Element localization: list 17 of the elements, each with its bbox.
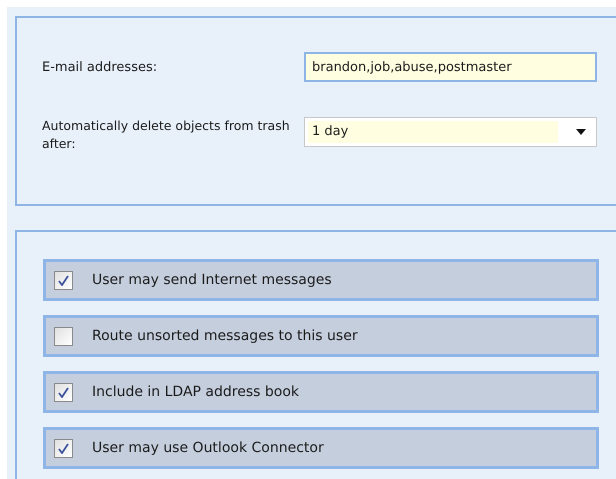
email-label: E-mail addresses:	[42, 59, 158, 77]
checkmark-icon	[58, 386, 69, 398]
option-label: Include in LDAP address book	[92, 382, 300, 402]
checkbox[interactable]	[54, 382, 73, 402]
dropdown-value: 1 day	[308, 121, 558, 143]
option-label: Route unsorted messages to this user	[92, 326, 358, 346]
checkmark-icon	[58, 442, 69, 454]
caret-icon	[576, 129, 586, 135]
checkbox[interactable]	[54, 270, 73, 290]
trash-dropdown[interactable]: 1 day	[304, 117, 597, 147]
checkbox[interactable]	[54, 326, 73, 346]
option-label: User may use Outlook Connector	[92, 438, 324, 458]
trash-label: Automatically delete objects from trash after:	[42, 117, 291, 153]
checkbox[interactable]	[54, 438, 73, 458]
option-label: User may send Internet messages	[92, 270, 332, 290]
email-field[interactable]: brandon,job,abuse,postmaster	[304, 52, 597, 82]
checkmark-icon	[58, 274, 69, 286]
